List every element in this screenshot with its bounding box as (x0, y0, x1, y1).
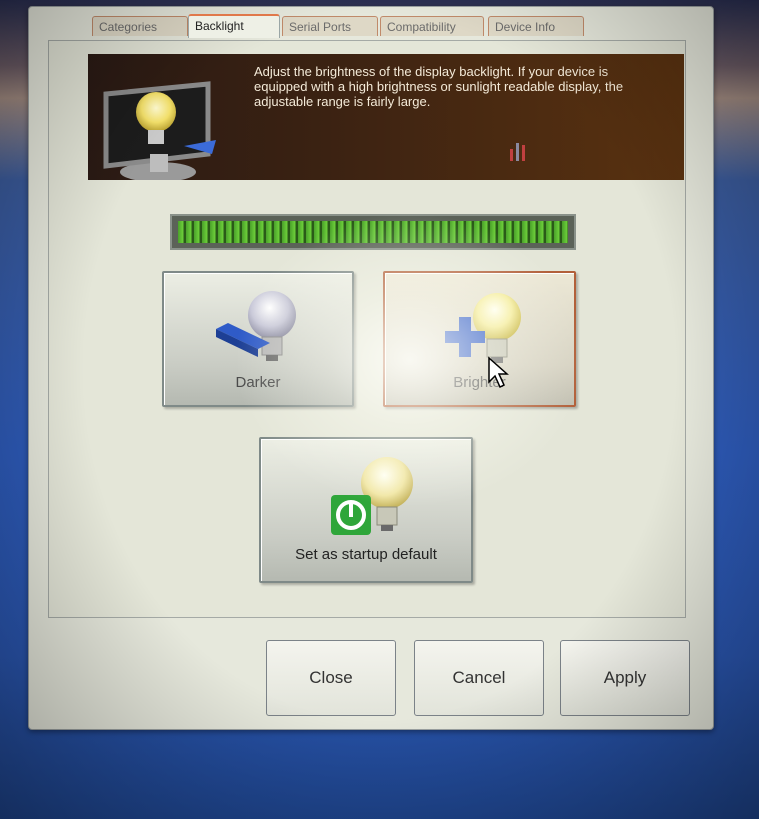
tab-compatibility[interactable]: Compatibility (380, 16, 484, 36)
darker-button[interactable]: Darker (162, 271, 354, 407)
close-button[interactable]: Close (266, 640, 396, 716)
monitor-lightbulb-icon (103, 81, 216, 180)
brightness-level-bar (170, 214, 576, 250)
brightness-level-fill (178, 221, 568, 243)
lightbulb-minus-icon (216, 291, 296, 361)
darker-label: Darker (235, 374, 281, 391)
mouse-pointer-icon (488, 356, 509, 389)
set-startup-default-button[interactable]: Set as startup default (259, 437, 473, 583)
banner: Adjust the brightness of the display bac… (88, 54, 684, 180)
apply-button[interactable]: Apply (560, 640, 690, 716)
signal-bars-icon (510, 143, 525, 161)
tab-backlight[interactable]: Backlight (188, 14, 280, 38)
set-startup-default-label: Set as startup default (295, 546, 437, 563)
cancel-button[interactable]: Cancel (414, 640, 544, 716)
lightbulb-power-icon (331, 457, 413, 535)
brighter-label: Brighter (453, 374, 506, 391)
banner-description: Adjust the brightness of the display bac… (254, 64, 624, 109)
tab-serial-ports[interactable]: Serial Ports (282, 16, 378, 36)
tab-categories[interactable]: Categories (92, 16, 188, 36)
brighter-button[interactable]: Brighter (383, 271, 576, 407)
tab-device-info[interactable]: Device Info (488, 16, 584, 36)
brightness-level-track (178, 221, 568, 243)
